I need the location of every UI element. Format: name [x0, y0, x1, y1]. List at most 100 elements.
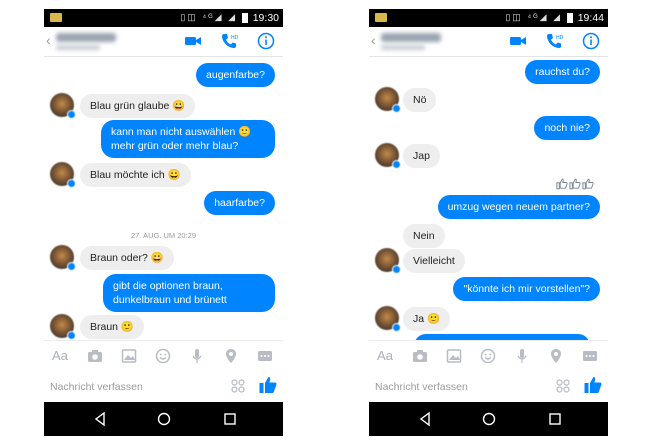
- notification-icon: [375, 13, 387, 22]
- battery-icon: [242, 13, 248, 23]
- recents-square-icon[interactable]: [547, 411, 563, 427]
- message-outgoing[interactable]: haarfarbe?: [204, 191, 275, 215]
- back-triangle-icon[interactable]: [417, 411, 433, 427]
- signal-icons: ▯◫ ⁴ᴳ◢ ◢: [505, 12, 562, 22]
- message-line: dunkelbraun und brünett: [113, 294, 227, 306]
- phone-screen-left: ▯◫ ⁴ᴳ◢ ◢ 19:30 ‹ HD augenfarbe? Blau grü…: [44, 9, 283, 436]
- emoji-grid-icon[interactable]: [230, 378, 246, 394]
- message-incoming[interactable]: Ja 🙂: [403, 307, 451, 331]
- home-circle-icon[interactable]: [156, 411, 172, 427]
- microphone-icon[interactable]: [188, 347, 206, 365]
- messenger-badge-icon: [392, 104, 401, 113]
- avatar[interactable]: [375, 143, 401, 169]
- android-nav-bar: [369, 402, 608, 436]
- messenger-badge-icon: [392, 160, 401, 169]
- back-triangle-icon[interactable]: [92, 411, 108, 427]
- svg-text:HD: HD: [231, 35, 238, 41]
- seen-reactions: [556, 178, 594, 190]
- message-list[interactable]: augenfarbe? Blau grün glaube 😀 kann man …: [44, 57, 283, 340]
- message-incoming[interactable]: Jap: [403, 144, 440, 168]
- more-icon[interactable]: [581, 347, 599, 365]
- thumbs-up-icon: [556, 178, 568, 190]
- info-icon[interactable]: [257, 32, 275, 50]
- phone-screen-right: ▯◫ ⁴ᴳ◢ ◢ 19:44 ‹ HD rauchst du? Nö noch …: [369, 9, 608, 436]
- back-chevron-icon[interactable]: ‹: [371, 32, 376, 48]
- status-bar: ▯◫ ⁴ᴳ◢ ◢ 19:44: [369, 9, 608, 27]
- messenger-badge-icon: [67, 331, 76, 340]
- camera-icon[interactable]: [411, 347, 429, 365]
- message-input[interactable]: [375, 378, 545, 396]
- message-incoming[interactable]: Blau möchte ich 😀: [80, 163, 191, 187]
- conversation-header: ‹ HD: [44, 27, 283, 57]
- messenger-badge-icon: [392, 323, 401, 332]
- location-icon[interactable]: [222, 347, 240, 365]
- message-incoming[interactable]: Braun oder? 😀: [80, 246, 174, 270]
- messenger-badge-icon: [67, 110, 76, 119]
- message-incoming[interactable]: Nein: [403, 224, 445, 248]
- timestamp: 27. AUG. UM 20:29: [130, 231, 197, 240]
- message-outgoing[interactable]: kann man nicht auswählen 🙂 mehr grün ode…: [101, 120, 275, 158]
- thumbs-up-icon[interactable]: [258, 375, 278, 395]
- sticker-icon[interactable]: [154, 347, 172, 365]
- avatar[interactable]: [50, 314, 76, 340]
- message-incoming[interactable]: Nö: [403, 88, 437, 112]
- status-clock: 19:30: [252, 12, 279, 24]
- message-composer: [44, 370, 283, 402]
- android-nav-bar: [44, 402, 283, 436]
- emoji-grid-icon[interactable]: [555, 378, 571, 394]
- more-icon[interactable]: [256, 347, 274, 365]
- thumbs-up-icon[interactable]: [583, 375, 603, 395]
- message-outgoing[interactable]: rauchst du?: [525, 60, 600, 84]
- avatar[interactable]: [50, 162, 76, 188]
- message-line: mehr grün oder mehr blau?: [111, 140, 239, 152]
- svg-text:HD: HD: [556, 35, 563, 41]
- recents-square-icon[interactable]: [222, 411, 238, 427]
- status-bar: ▯◫ ⁴ᴳ◢ ◢ 19:30: [44, 9, 283, 27]
- info-icon[interactable]: [582, 32, 600, 50]
- message-outgoing[interactable]: augenfarbe?: [196, 63, 275, 87]
- message-incoming[interactable]: Braun 🙂: [80, 315, 145, 339]
- message-outgoing[interactable]: "könnte ich mir vorstellen"?: [453, 277, 600, 301]
- message-line: kann man nicht auswählen 🙂: [111, 126, 252, 138]
- avatar[interactable]: [375, 248, 401, 274]
- video-call-icon[interactable]: [509, 32, 527, 50]
- contact-name-blurred[interactable]: [56, 33, 116, 42]
- composer-toolbar: Aa: [369, 340, 608, 370]
- voice-call-icon[interactable]: HD: [545, 32, 563, 50]
- messenger-badge-icon: [67, 179, 76, 188]
- voice-call-icon[interactable]: HD: [220, 32, 238, 50]
- message-outgoing[interactable]: noch nie?: [534, 116, 600, 140]
- contact-name-blurred[interactable]: [381, 33, 441, 42]
- text-format-button[interactable]: Aa: [50, 348, 70, 366]
- text-format-button[interactable]: Aa: [375, 348, 395, 366]
- conversation-header: ‹ HD: [369, 27, 608, 57]
- back-chevron-icon[interactable]: ‹: [46, 32, 51, 48]
- avatar[interactable]: [50, 245, 76, 271]
- microphone-icon[interactable]: [513, 347, 531, 365]
- avatar[interactable]: [375, 87, 401, 113]
- avatar[interactable]: [50, 93, 76, 119]
- thumbs-up-icon: [582, 178, 594, 190]
- gallery-icon[interactable]: [445, 347, 463, 365]
- camera-icon[interactable]: [86, 347, 104, 365]
- thumbs-up-icon: [569, 178, 581, 190]
- battery-icon: [567, 13, 573, 23]
- message-list[interactable]: rauchst du? Nö noch nie? Jap umzug wegen…: [369, 57, 608, 340]
- contact-status-blurred: [56, 45, 100, 50]
- video-call-icon[interactable]: [184, 32, 202, 50]
- message-line: gibt die optionen braun,: [113, 280, 223, 292]
- message-incoming[interactable]: Blau grün glaube 😀: [80, 94, 196, 118]
- message-incoming[interactable]: Vielleicht: [403, 249, 465, 273]
- composer-toolbar: Aa: [44, 340, 283, 370]
- status-clock: 19:44: [577, 12, 604, 24]
- messenger-badge-icon: [392, 265, 401, 274]
- sticker-icon[interactable]: [479, 347, 497, 365]
- avatar[interactable]: [375, 306, 401, 332]
- message-composer: [369, 370, 608, 402]
- location-icon[interactable]: [547, 347, 565, 365]
- message-outgoing[interactable]: gibt die optionen braun, dunkelbraun und…: [103, 274, 275, 312]
- message-input[interactable]: [50, 378, 220, 396]
- message-outgoing[interactable]: umzug wegen neuem partner?: [437, 195, 600, 219]
- gallery-icon[interactable]: [120, 347, 138, 365]
- home-circle-icon[interactable]: [481, 411, 497, 427]
